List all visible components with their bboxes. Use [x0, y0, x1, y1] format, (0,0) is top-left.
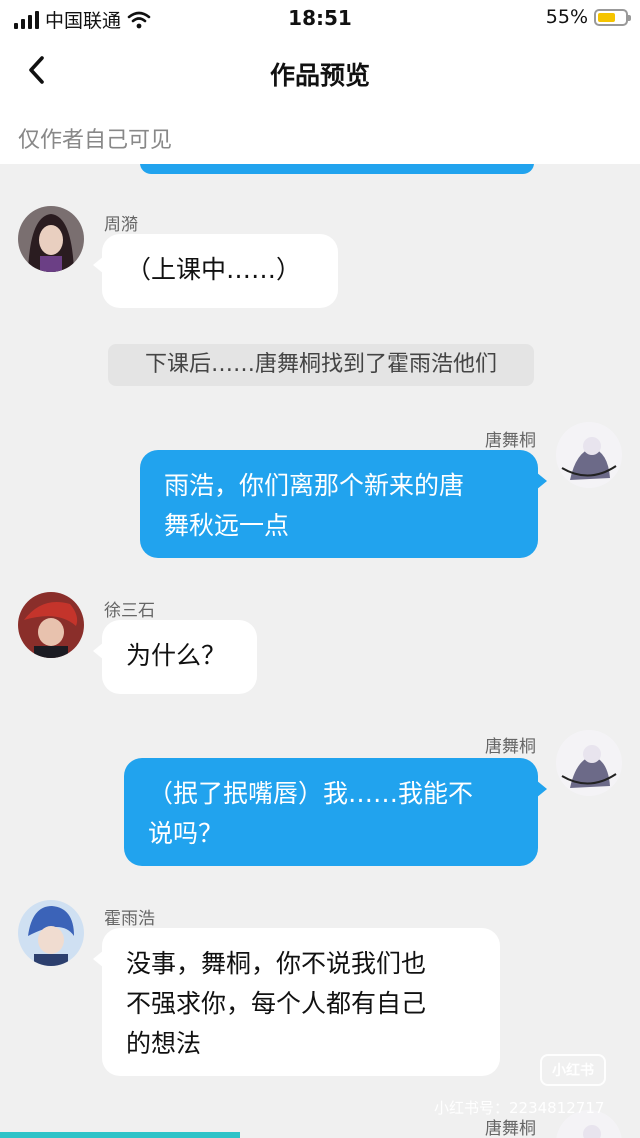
watermark-logo: 小红书: [540, 1054, 606, 1086]
message-line: 没事，舞桐，你不说我们也: [126, 949, 427, 978]
message-line: 雨浩，你们离那个新来的唐: [164, 471, 465, 500]
status-time: 18:51: [288, 6, 352, 30]
avatar[interactable]: [18, 206, 84, 272]
battery-icon: [594, 8, 631, 26]
avatar[interactable]: [18, 900, 84, 966]
visibility-notice: 仅作者自己可见: [0, 108, 640, 164]
sender-name: 唐舞桐: [485, 431, 536, 451]
nav-bar: 作品预览: [0, 36, 640, 108]
message-line: （抿了抿嘴唇）我……我能不: [148, 779, 474, 808]
battery-percent: 55%: [545, 6, 588, 28]
page-title: 作品预览: [269, 61, 370, 90]
message-line: 舞秋远一点: [164, 511, 290, 540]
message-bubble[interactable]: 为什么？: [93, 620, 257, 694]
message-bubble[interactable]: 雨浩，你们离那个新来的唐 舞秋远一点: [140, 450, 547, 558]
message-line: 的想法: [126, 1029, 202, 1058]
status-bar: 中国联通 18:51 55%: [0, 0, 640, 36]
avatar[interactable]: [556, 422, 622, 488]
progress-bar: [0, 1132, 240, 1138]
sender-name: 霍雨浩: [104, 909, 155, 929]
sender-name: 唐舞桐: [485, 737, 536, 757]
narration-bar: 下课后……唐舞桐找到了霍雨浩他们: [108, 344, 534, 386]
avatar[interactable]: [18, 592, 84, 658]
message-text: （上课中……）: [126, 255, 302, 284]
message-line: 说吗？: [148, 819, 224, 848]
watermark-id: 小红书号：2234812717: [434, 1099, 605, 1117]
message-line: 不强求你，每个人都有自己: [126, 989, 427, 1018]
chat-area[interactable]: 周漪 （上课中……） 下课后……唐舞桐找到了霍雨浩他们 唐舞桐 雨浩，你们离那个…: [0, 164, 640, 1138]
status-right: 55%: [545, 6, 631, 28]
message-text: 为什么？: [126, 641, 227, 670]
previous-message-bubble: [140, 164, 534, 174]
message-bubble[interactable]: （抿了抿嘴唇）我……我能不 说吗？: [124, 758, 547, 866]
avatar[interactable]: [556, 730, 622, 796]
sender-name: 周漪: [104, 215, 138, 235]
notice-text: 仅作者自己可见: [18, 128, 173, 153]
message-bubble[interactable]: 没事，舞桐，你不说我们也 不强求你，每个人都有自己 的想法: [93, 928, 500, 1076]
sender-name: 徐三石: [104, 601, 155, 621]
message-bubble[interactable]: （上课中……）: [93, 234, 338, 308]
